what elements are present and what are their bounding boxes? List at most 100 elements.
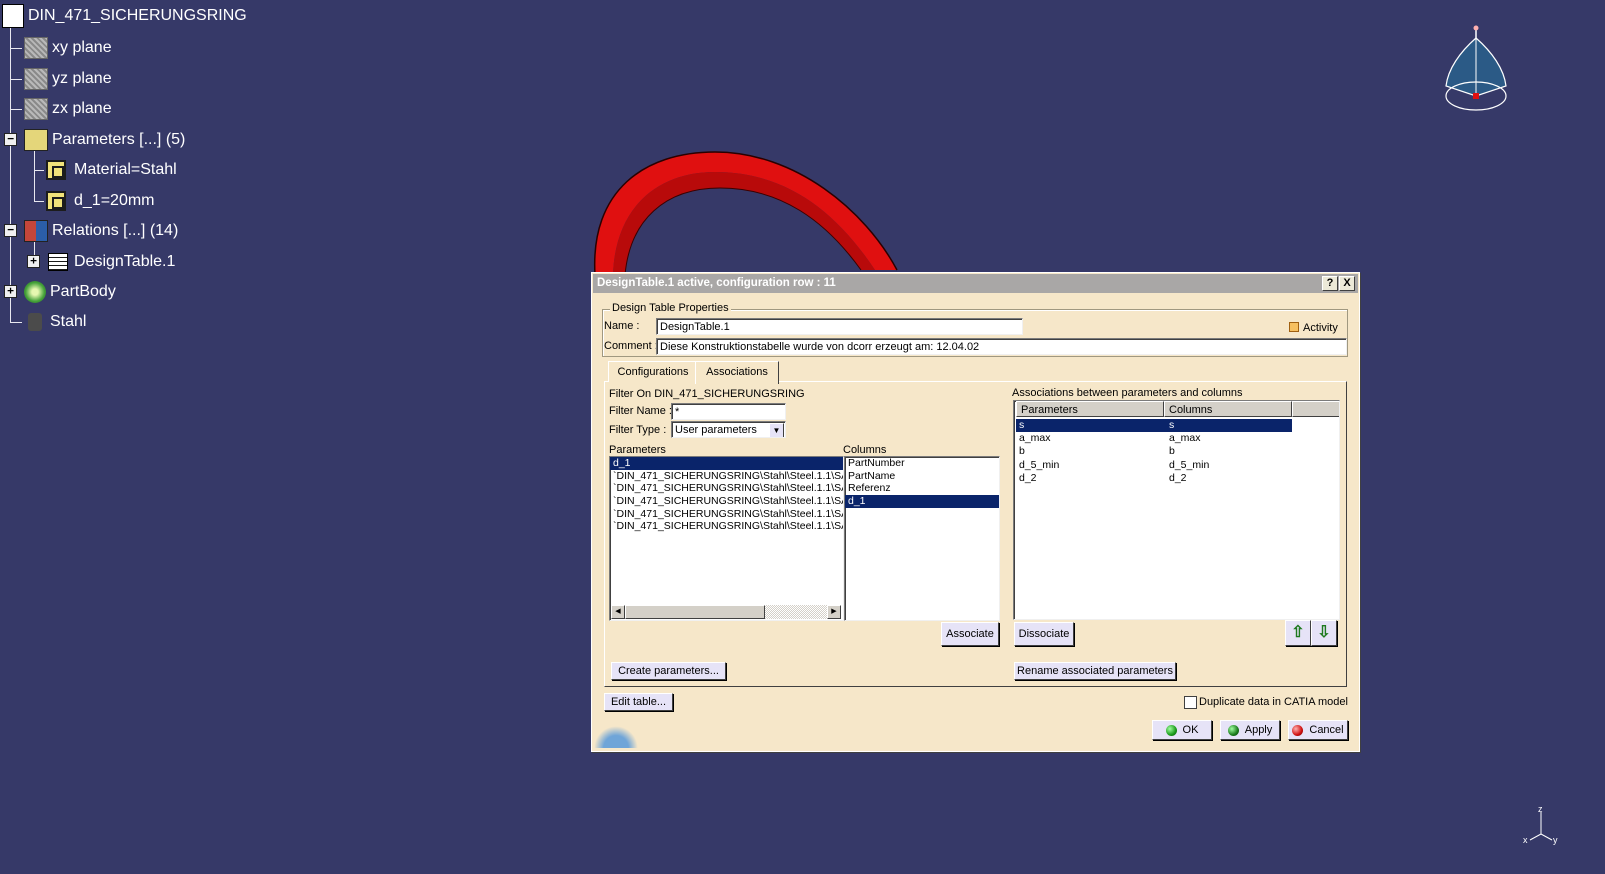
filter-name-input[interactable]: * [671,403,786,420]
table-row[interactable]: a_max a_max [1016,432,1292,445]
associate-button[interactable]: Associate [941,622,999,646]
tree-item-label: PartBody [50,283,116,300]
tree-item-label: Relations [...] (14) [52,222,179,239]
parameters-list-label: Parameters [609,444,666,456]
comment-field[interactable]: Diese Konstruktionstabelle wurde von dco… [656,338,1347,355]
expand-icon[interactable]: + [27,255,40,268]
table-row[interactable]: d_5_min d_5_min [1016,459,1292,472]
ok-button[interactable]: OK [1152,720,1212,740]
dialog-titlebar[interactable]: DesignTable.1 active, configuration row … [593,274,1358,293]
design-table-icon [48,253,68,271]
list-item[interactable]: d_1 [845,495,999,508]
table-row[interactable]: b b [1016,445,1292,458]
list-item[interactable]: `DIN_471_SICHERUNGSRING\Stahl\Steel.1.1\… [610,520,843,533]
tree-item-partbody[interactable]: PartBody [24,280,116,304]
tree-item-designtable[interactable]: DesignTable.1 [48,250,175,274]
tree-line [10,48,22,49]
duplicate-data-checkbox[interactable] [1184,696,1197,709]
edit-table-button[interactable]: Edit table... [604,693,673,711]
list-item[interactable]: `DIN_471_SICHERUNGSRING\Stahl\Steel.1.1\… [610,495,843,508]
scroll-right-icon[interactable]: ▶ [827,605,841,619]
table-row[interactable]: d_2 d_2 [1016,472,1292,485]
list-item[interactable]: PartName [845,470,999,483]
cancel-button[interactable]: Cancel [1288,720,1348,740]
parameter-icon [46,160,66,180]
tree-line [34,201,44,202]
cell-parameter: s [1019,419,1025,431]
tree-item-label: d_1=20mm [74,192,155,209]
cell-parameter: b [1019,445,1025,457]
column-header-columns[interactable]: Columns [1164,401,1292,417]
list-item[interactable]: `DIN_471_SICHERUNGSRING\Stahl\Steel.1.1\… [610,470,843,483]
cancel-label: Cancel [1309,724,1344,736]
tree-root[interactable]: DIN_471_SICHERUNGSRING [2,4,247,28]
help-button[interactable]: ? [1322,276,1338,291]
cell-column: d_2 [1169,472,1187,484]
tree-item-label: zx plane [52,100,112,117]
tree-item-zx-plane[interactable]: zx plane [24,97,112,121]
collapse-icon[interactable]: − [4,133,17,146]
tree-line [10,109,22,110]
tree-item-xy-plane[interactable]: xy plane [24,36,112,60]
move-up-icon[interactable]: ⇧ [1285,620,1311,646]
tree-item-parameters[interactable]: Parameters [...] (5) [24,128,185,152]
tree-item-relations[interactable]: Relations [...] (14) [24,219,178,243]
compass-icon[interactable] [1442,24,1510,116]
name-field[interactable]: DesignTable.1 [656,318,1023,335]
filter-type-select[interactable]: User parameters ▼ [671,421,786,438]
activity-checkbox[interactable] [1289,322,1299,332]
rename-associated-button[interactable]: Rename associated parameters [1014,662,1176,680]
tree-item-yz-plane[interactable]: yz plane [24,67,112,91]
part-document-icon [2,4,24,28]
parameter-icon [46,191,66,211]
ok-icon [1165,724,1177,736]
tree-item-label: yz plane [52,70,112,87]
scrollbar-thumb[interactable] [625,605,765,619]
catia-logo-icon [594,726,638,748]
specification-tree: DIN_471_SICHERUNGSRING xy plane yz plane… [0,0,300,340]
tree-item-label: Parameters [...] (5) [52,131,186,148]
tree-item-label: Stahl [50,313,87,330]
columns-list[interactable]: PartNumber PartName Referenz d_1 [844,456,1000,621]
apply-label: Apply [1244,724,1273,736]
plane-icon [24,37,48,59]
duplicate-data-label: Duplicate data in CATIA model [1199,696,1348,708]
scroll-left-icon[interactable]: ◀ [611,605,625,619]
parameters-list[interactable]: d_1 `DIN_471_SICHERUNGSRING\Stahl\Steel.… [609,456,844,621]
tree-item-d1[interactable]: d_1=20mm [46,189,155,213]
list-item[interactable]: `DIN_471_SICHERUNGSRING\Stahl\Steel.1.1\… [610,508,843,521]
tree-item-material[interactable]: Material=Stahl [46,158,177,182]
apply-button[interactable]: Apply [1220,720,1280,740]
create-parameters-button[interactable]: Create parameters... [611,662,726,680]
dissociate-button[interactable]: Dissociate [1014,622,1074,646]
table-row[interactable]: s s [1016,419,1292,432]
collapse-icon[interactable]: − [4,224,17,237]
apply-icon [1227,724,1239,736]
column-header-empty [1292,401,1339,417]
associations-table[interactable]: Parameters Columns s s a_max a_max b b d… [1013,400,1340,620]
move-down-icon[interactable]: ⇩ [1311,620,1337,646]
list-item[interactable]: `DIN_471_SICHERUNGSRING\Stahl\Steel.1.1\… [610,482,843,495]
list-item[interactable]: Referenz [845,482,999,495]
tree-item-label: xy plane [52,39,112,56]
activity-label: Activity [1303,322,1338,334]
associations-label: Associations between parameters and colu… [1012,387,1243,399]
cell-column: d_5_min [1169,459,1210,471]
tree-item-label: DesignTable.1 [74,253,176,270]
column-header-parameters[interactable]: Parameters [1016,401,1164,417]
expand-icon[interactable]: + [4,285,17,298]
tree-line [34,170,44,171]
tab-configurations[interactable]: Configurations [608,361,698,382]
tree-line [10,79,22,80]
plane-icon [24,98,48,120]
filter-type-label: Filter Type : [609,424,667,436]
horizontal-scrollbar[interactable]: ◀ ▶ [611,605,841,619]
list-item[interactable]: d_1 [610,457,843,470]
list-item[interactable]: PartNumber [845,457,999,470]
tab-associations[interactable]: Associations [695,361,779,384]
columns-list-label: Columns [843,444,887,456]
tree-item-material-stahl[interactable]: Stahl [28,310,86,334]
chevron-down-icon[interactable]: ▼ [769,423,784,437]
circlip-3d-model[interactable] [585,150,905,290]
close-button[interactable]: X [1339,276,1355,291]
